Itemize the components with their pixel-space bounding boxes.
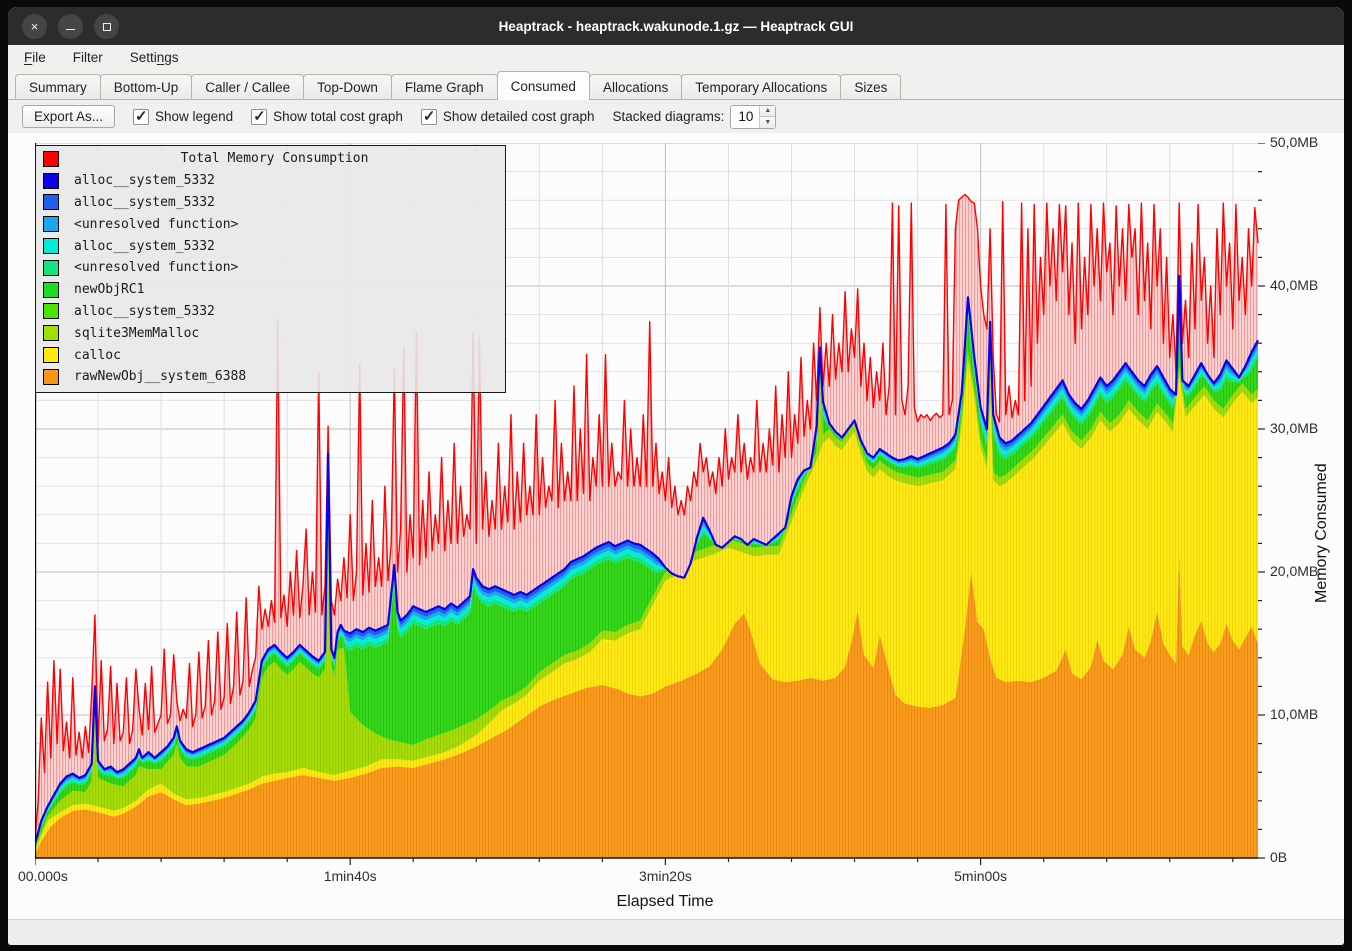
legend-row: <unresolved function> (36, 213, 505, 235)
y-tick-label: 20,0MB (1270, 563, 1318, 579)
show-detailed-cost-checkbox[interactable] (421, 109, 437, 125)
tab-summary[interactable]: Summary (15, 74, 101, 99)
tab-bar: Summary Bottom-Up Caller / Callee Top-Do… (8, 70, 1344, 100)
menu-filter-label: Filter (73, 50, 103, 65)
legend-swatch (43, 369, 59, 385)
legend-label: <unresolved function> (74, 217, 238, 232)
tab-consumed[interactable]: Consumed (497, 71, 590, 100)
spinner-down-icon[interactable]: ▼ (760, 117, 775, 128)
show-detailed-cost-label: Show detailed cost graph (443, 109, 595, 124)
y-tick-label: 30,0MB (1270, 420, 1318, 436)
menu-settings-label-pre: Setti (130, 50, 157, 65)
stacked-diagrams-value[interactable]: 10 (731, 106, 759, 128)
menu-bar: File Filter Settings (8, 45, 1344, 70)
app-window: × Heaptrack - heaptrack.wakunode.1.gz — … (8, 7, 1344, 945)
y-tick-label: 0B (1270, 849, 1287, 865)
stacked-diagrams-label: Stacked diagrams: (613, 109, 725, 124)
legend-swatch (43, 260, 59, 276)
legend-row: calloc (36, 344, 505, 366)
legend-label: alloc__system_5332 (74, 304, 215, 319)
legend-label: rawNewObj__system_6388 (74, 369, 246, 384)
stacked-diagrams-spinner[interactable]: 10 ▲ ▼ (730, 105, 776, 129)
status-bar (8, 919, 1344, 945)
legend-row: alloc__system_5332 (36, 235, 505, 257)
maximize-button[interactable] (94, 14, 119, 39)
y-axis-title: Memory Consumed (1313, 423, 1331, 603)
toolbar: Export As... Show legend Show total cost… (8, 100, 1344, 133)
legend-row: alloc__system_5332 (36, 170, 505, 192)
tab-top-down[interactable]: Top-Down (303, 74, 392, 99)
legend-swatch (43, 347, 59, 363)
legend-title: Total Memory Consumption (74, 151, 475, 166)
legend-swatch (43, 325, 59, 341)
legend-label: alloc__system_5332 (74, 239, 215, 254)
x-tick-label: 3min20s (620, 868, 710, 884)
spinner-up-icon[interactable]: ▲ (760, 106, 775, 118)
show-total-cost-checkbox-group[interactable]: Show total cost graph (251, 109, 403, 125)
menu-filter[interactable]: Filter (73, 50, 103, 65)
stacked-diagrams-group: Stacked diagrams: 10 ▲ ▼ (613, 105, 777, 129)
show-legend-label: Show legend (155, 109, 233, 124)
y-tick-label: 50,0MB (1270, 134, 1318, 150)
show-total-cost-label: Show total cost graph (273, 109, 403, 124)
x-tick-label: 1min40s (305, 868, 395, 884)
legend-row: alloc__system_5332 (36, 192, 505, 214)
minimize-button[interactable] (58, 14, 83, 39)
legend-row: newObjRC1 (36, 279, 505, 301)
legend-label: calloc (74, 348, 121, 363)
show-legend-checkbox-group[interactable]: Show legend (133, 109, 233, 125)
chart-area: 0B 10,0MB 20,0MB 30,0MB 40,0MB 50,0MB 00.000s 1… (8, 133, 1344, 919)
legend-swatch (43, 216, 59, 232)
legend-swatch-total (43, 151, 59, 167)
legend-label: alloc__system_5332 (74, 173, 215, 188)
chart-legend: Total Memory Consumption alloc__system_5… (35, 145, 506, 393)
x-tick-label: 5min00s (936, 868, 1026, 884)
window-title: Heaptrack - heaptrack.wakunode.1.gz — He… (8, 19, 1344, 34)
export-as-button[interactable]: Export As... (22, 105, 115, 128)
legend-label: newObjRC1 (74, 282, 144, 297)
show-total-cost-checkbox[interactable] (251, 109, 267, 125)
spinner-buttons[interactable]: ▲ ▼ (759, 106, 775, 128)
legend-row-total: Total Memory Consumption (36, 148, 505, 170)
legend-swatch (43, 238, 59, 254)
tab-sizes[interactable]: Sizes (840, 74, 901, 99)
legend-row: <unresolved function> (36, 257, 505, 279)
menu-settings-label-post: gs (164, 50, 178, 65)
menu-file[interactable]: File (24, 50, 46, 65)
y-tick-label: 40,0MB (1270, 277, 1318, 293)
show-detailed-cost-checkbox-group[interactable]: Show detailed cost graph (421, 109, 595, 125)
legend-row: sqlite3MemMalloc (36, 322, 505, 344)
x-axis-title: Elapsed Time (585, 893, 745, 911)
minimize-icon (66, 29, 75, 30)
menu-file-label: ile (32, 50, 46, 65)
legend-swatch (43, 173, 59, 189)
menu-file-mnemonic: F (24, 50, 32, 65)
legend-label: alloc__system_5332 (74, 195, 215, 210)
legend-swatch (43, 282, 59, 298)
tab-caller-callee[interactable]: Caller / Callee (191, 74, 304, 99)
legend-swatch (43, 303, 59, 319)
tab-allocations[interactable]: Allocations (589, 74, 682, 99)
legend-label: <unresolved function> (74, 260, 238, 275)
title-bar: × Heaptrack - heaptrack.wakunode.1.gz — … (8, 7, 1344, 45)
maximize-icon (103, 23, 111, 31)
show-legend-checkbox[interactable] (133, 109, 149, 125)
legend-row: rawNewObj__system_6388 (36, 366, 505, 388)
legend-swatch (43, 194, 59, 210)
close-button[interactable]: × (22, 14, 47, 39)
y-tick-label: 10,0MB (1270, 706, 1318, 722)
x-tick-label: 00.000s (18, 868, 68, 884)
menu-settings[interactable]: Settings (130, 50, 179, 65)
legend-row: alloc__system_5332 (36, 301, 505, 323)
tab-temporary-allocations[interactable]: Temporary Allocations (681, 74, 841, 99)
tab-bottom-up[interactable]: Bottom-Up (100, 74, 193, 99)
legend-label: sqlite3MemMalloc (74, 326, 199, 341)
tab-flame-graph[interactable]: Flame Graph (391, 74, 498, 99)
